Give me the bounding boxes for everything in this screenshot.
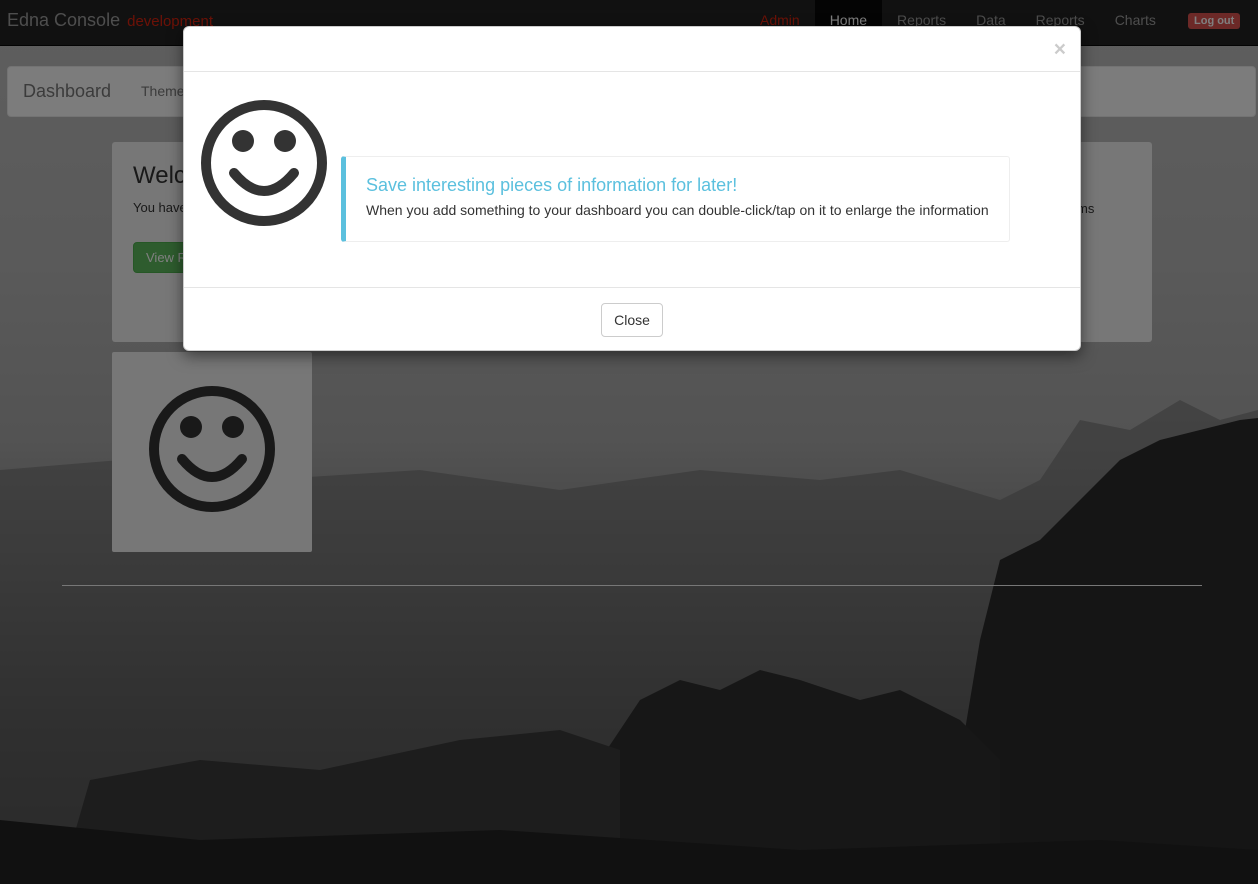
modal-footer: Close [184, 287, 1080, 351]
smiley-icon [201, 100, 327, 226]
info-modal: × Save interesting pieces of information… [183, 26, 1081, 351]
close-button[interactable]: Close [601, 303, 663, 337]
callout-title: Save interesting pieces of information f… [366, 175, 738, 195]
modal-header: × [184, 27, 1080, 72]
close-icon[interactable]: × [1054, 39, 1066, 60]
info-callout: Save interesting pieces of information f… [341, 156, 1010, 242]
callout-text: When you add something to your dashboard… [366, 202, 989, 218]
